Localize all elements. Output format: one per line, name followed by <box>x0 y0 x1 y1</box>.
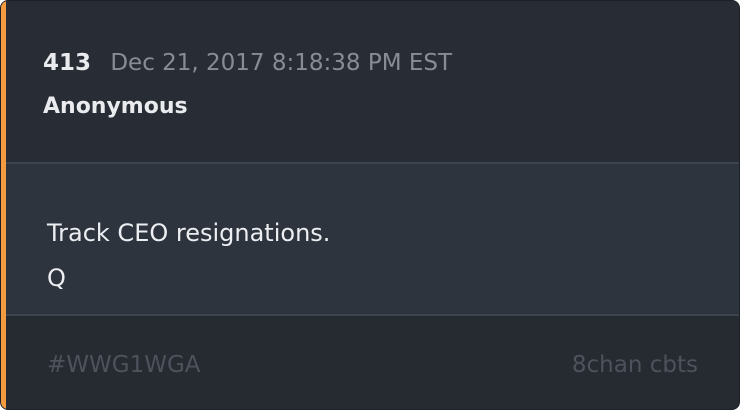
post-footer: #WWG1WGA 8chan cbts <box>6 314 739 409</box>
source-label: 8chan cbts <box>571 352 698 378</box>
hashtag: #WWG1WGA <box>47 352 201 378</box>
message-line: Q <box>47 264 66 292</box>
post-header: 413 Dec 21, 2017 8:18:38 PM EST Anonymou… <box>6 1 739 164</box>
post-timestamp: Dec 21, 2017 8:18:38 PM EST <box>110 50 453 76</box>
post-body: Track CEO resignations. Q <box>6 164 739 314</box>
message-line: Track CEO resignations. <box>47 219 331 247</box>
post-number: 413 <box>43 50 92 76</box>
post-meta: 413 Dec 21, 2017 8:18:38 PM EST <box>43 48 452 78</box>
post-message: Track CEO resignations. Q <box>47 211 330 301</box>
post-card: 413 Dec 21, 2017 8:18:38 PM EST Anonymou… <box>0 0 740 410</box>
post-author: Anonymous <box>43 94 188 119</box>
